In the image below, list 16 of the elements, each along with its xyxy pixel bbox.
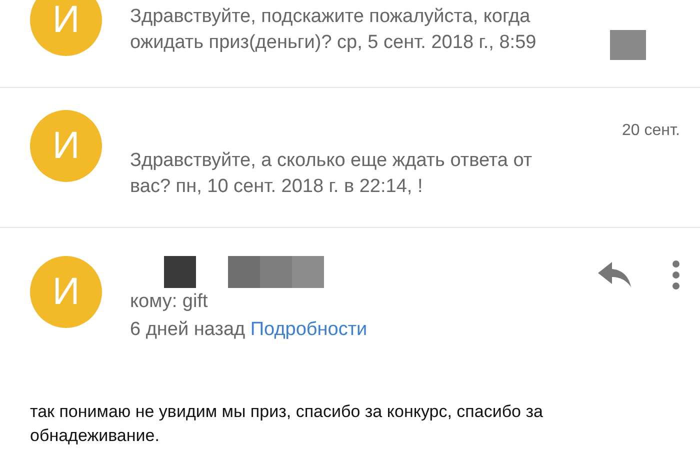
redaction-block	[164, 256, 196, 288]
message-body: так понимаю не увидим мы приз, спасибо за конкурс, спасибо за обнадеживание.	[29, 401, 544, 447]
message-snippet: ожидать приз(деньги)? ср, 5 сент. 2018 г., 8:59	[130, 31, 538, 55]
avatar: И	[30, 110, 102, 182]
more-icon[interactable]	[672, 260, 680, 290]
reply-icon[interactable]	[598, 262, 632, 288]
details-link[interactable]: Подробности	[250, 319, 368, 340]
time-text: 6 дней назад Подробности	[130, 318, 368, 342]
redaction-block	[610, 30, 646, 60]
message-snippet: Здравствуйте, а сколько еще ждать ответа от	[130, 149, 534, 173]
message-snippet: Здравствуйте, подскажите пожалуйста, когда	[130, 5, 532, 29]
avatar: И	[30, 0, 102, 56]
thread-date: 20 сент.	[622, 122, 680, 140]
message-snippet: вас? пн, 10 сент. 2018 г. в 22:14, !	[130, 175, 424, 199]
avatar: И	[30, 256, 102, 328]
recipient-text: кому: gift	[130, 290, 209, 314]
